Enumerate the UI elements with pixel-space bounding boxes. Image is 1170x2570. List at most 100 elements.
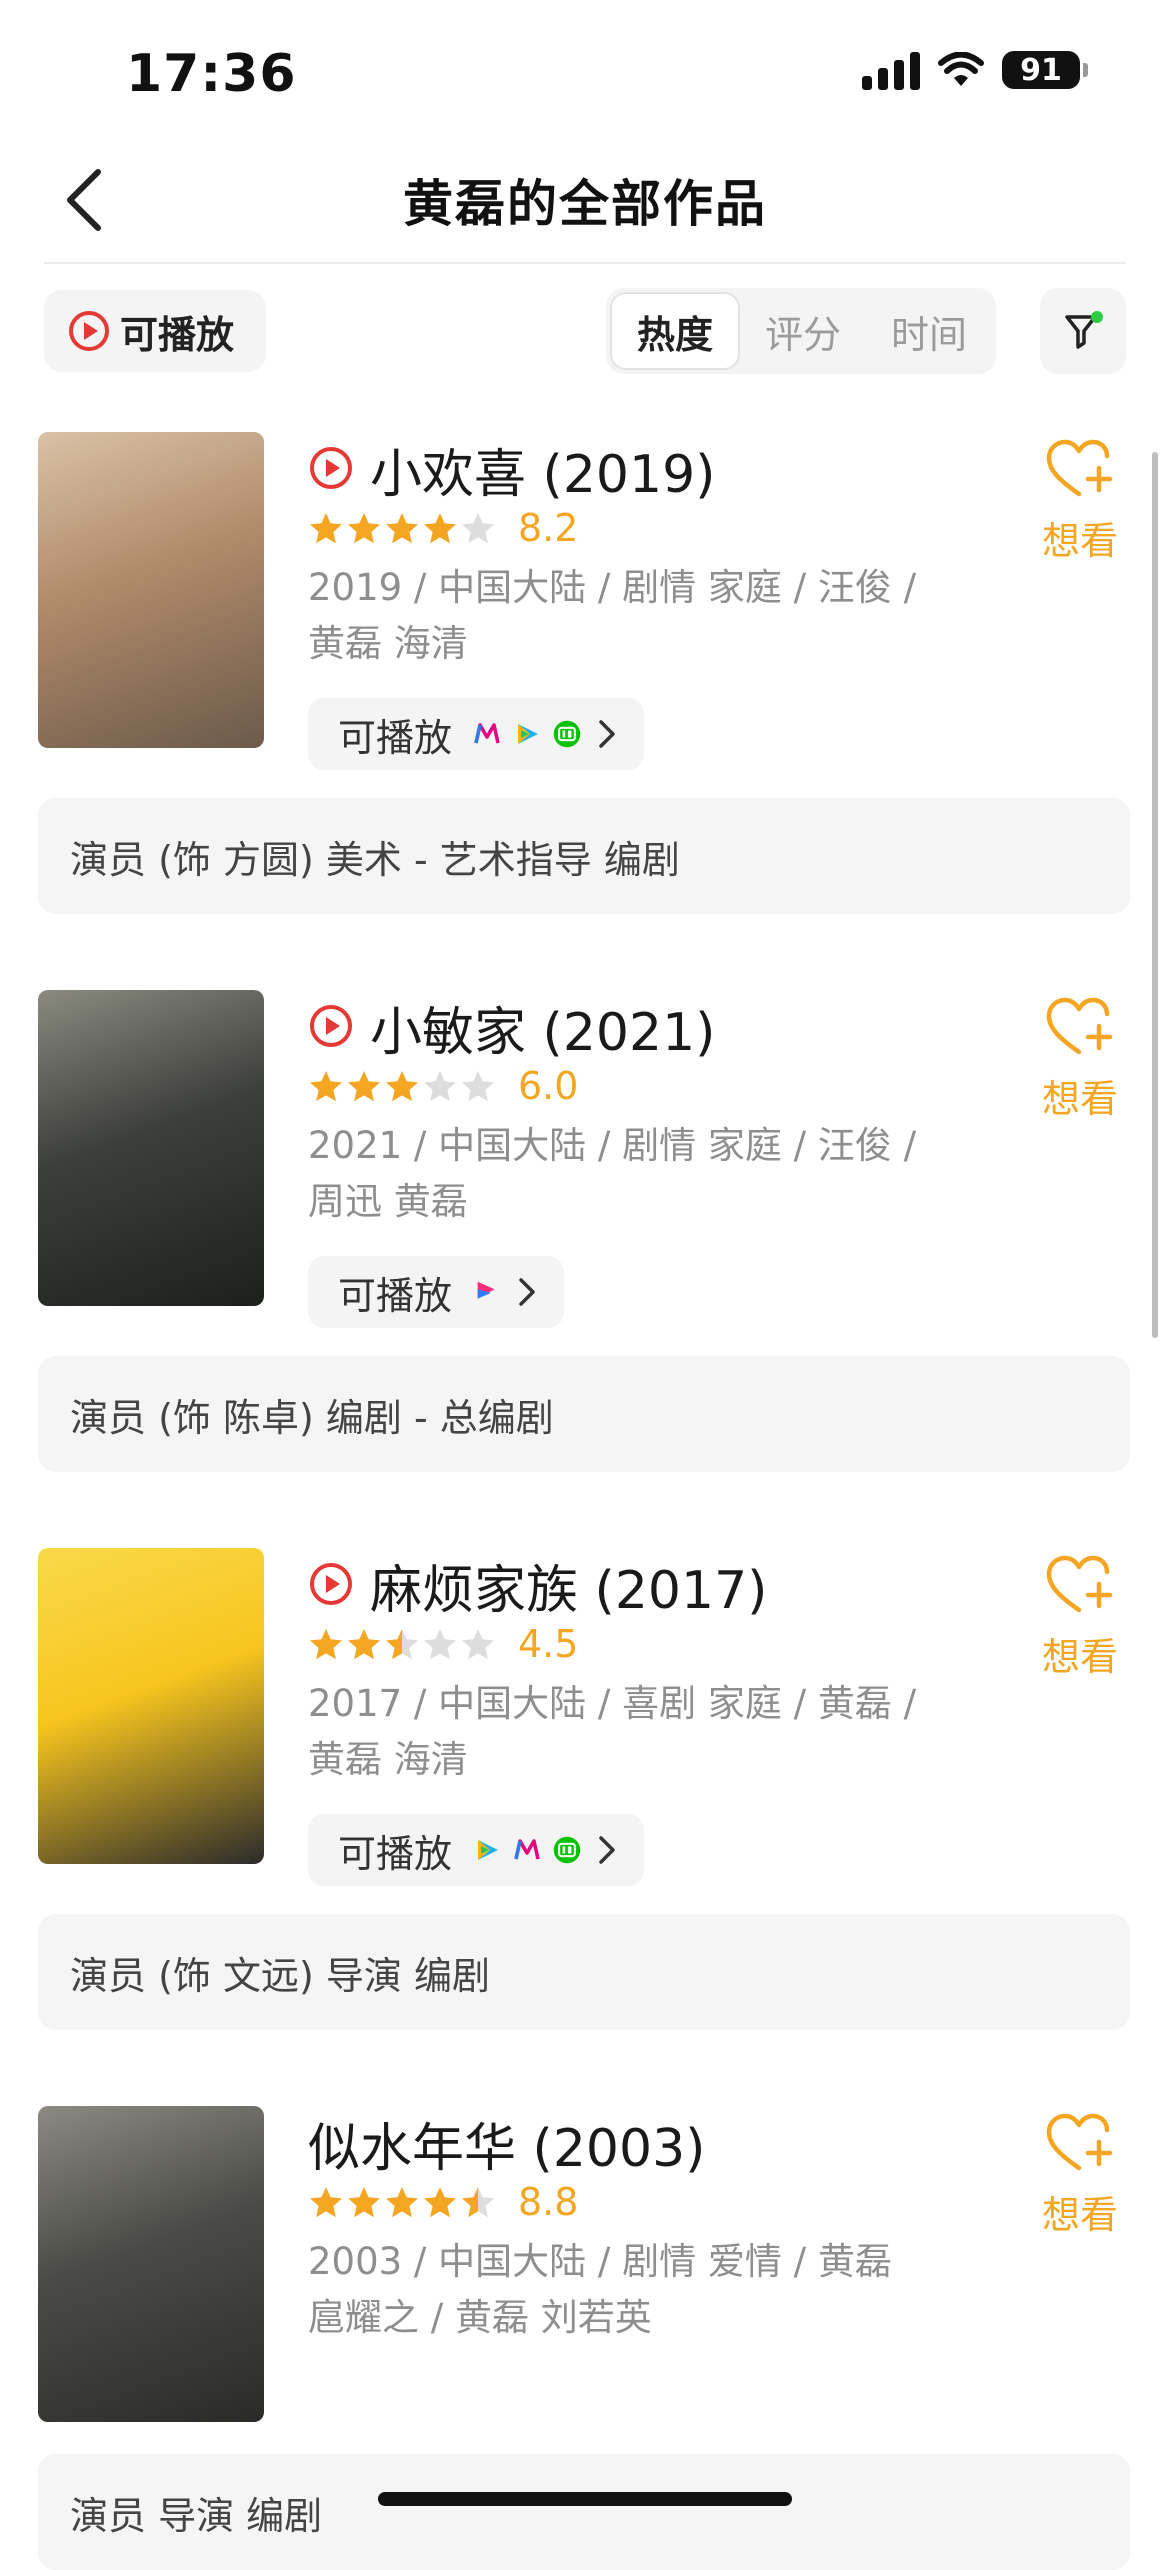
play-circle-icon bbox=[308, 1003, 354, 1053]
film-meta-line2: 黄磊 海清 bbox=[308, 622, 468, 665]
play-sources-label: 可播放 bbox=[338, 715, 453, 760]
film-title: 麻烦家族 (2017) bbox=[370, 1561, 768, 1621]
film-meta-line1: 2003 / 中国大陆 / 剧情 爱情 / 黄磊 bbox=[308, 2240, 892, 2283]
role-box: 演员 (饰 方圆) 美术 - 艺术指导 编剧 bbox=[38, 798, 1130, 914]
sort-tab-rating[interactable]: 评分 bbox=[740, 292, 866, 370]
heart-plus-icon bbox=[1045, 2112, 1115, 2178]
play-sources-label: 可播放 bbox=[338, 1273, 453, 1318]
battery-indicator: 91 bbox=[1002, 51, 1088, 89]
filter-button[interactable] bbox=[1040, 288, 1126, 374]
star-icon bbox=[462, 2187, 494, 2218]
rating-value: 6.0 bbox=[518, 1064, 579, 1108]
sort-tab-time[interactable]: 时间 bbox=[866, 292, 992, 370]
star-icon bbox=[386, 1629, 418, 1660]
role-box: 演员 (饰 文远) 导演 编剧 bbox=[38, 1914, 1130, 2030]
star-icon bbox=[424, 513, 456, 544]
role-box: 演员 导演 编剧 bbox=[38, 2454, 1130, 2570]
play-sources-chip[interactable]: 可播放 bbox=[308, 1814, 645, 1886]
star-icon bbox=[386, 1071, 418, 1102]
rating-row: 8.2 bbox=[308, 506, 578, 550]
star-icon bbox=[310, 1629, 342, 1660]
want-to-watch-label: 想看 bbox=[1041, 519, 1118, 563]
want-to-watch-label: 想看 bbox=[1041, 2193, 1118, 2237]
film-title-row[interactable]: 小敏家 (2021) bbox=[308, 990, 715, 1065]
film-title: 似水年华 (2003) bbox=[308, 2119, 706, 2179]
film-meta-line2: 周迅 黄磊 bbox=[308, 1180, 468, 1223]
star-icon bbox=[424, 1071, 456, 1102]
rating-value: 4.5 bbox=[518, 1622, 579, 1666]
film-meta: 2003 / 中国大陆 / 剧情 爱情 / 黄磊 扈耀之 / 黄磊 刘若英 bbox=[308, 2234, 958, 2346]
star-icon bbox=[386, 513, 418, 544]
film-meta-line2: 扈耀之 / 黄磊 刘若英 bbox=[308, 2296, 652, 2339]
rating-row: 6.0 bbox=[308, 1064, 578, 1108]
status-time: 17:36 bbox=[126, 44, 297, 104]
film-meta: 2019 / 中国大陆 / 剧情 家庭 / 汪俊 / 黄磊 海清 bbox=[308, 560, 958, 672]
film-meta: 2017 / 中国大陆 / 喜剧 家庭 / 黄磊 / 黄磊 海清 bbox=[308, 1676, 958, 1788]
star-icon bbox=[424, 2187, 456, 2218]
cellular-signal-icon bbox=[862, 50, 920, 90]
tencent-video-icon bbox=[512, 719, 542, 749]
heart-plus-icon bbox=[1045, 438, 1115, 504]
platform-list bbox=[472, 1277, 502, 1307]
film-meta-line1: 2021 / 中国大陆 / 剧情 家庭 / 汪俊 / bbox=[308, 1124, 917, 1167]
want-to-watch-button[interactable]: 想看 bbox=[1030, 1554, 1130, 1681]
scrollbar[interactable] bbox=[1152, 452, 1158, 1338]
want-to-watch-label: 想看 bbox=[1041, 1077, 1118, 1121]
play-circle-icon bbox=[69, 311, 109, 351]
star-rating bbox=[308, 511, 496, 545]
role-text: 演员 导演 编剧 bbox=[70, 2493, 323, 2538]
film-poster[interactable] bbox=[38, 990, 264, 1306]
heart-plus-icon bbox=[1045, 996, 1115, 1062]
film-title-row[interactable]: 似水年华 (2003) bbox=[308, 2106, 705, 2181]
wifi-icon bbox=[938, 52, 984, 86]
chevron-right-icon bbox=[599, 720, 615, 748]
star-icon bbox=[348, 2187, 380, 2218]
iqiyi-icon bbox=[552, 719, 582, 749]
rating-row: 8.8 bbox=[308, 2180, 578, 2224]
film-poster[interactable] bbox=[38, 2106, 264, 2422]
role-text: 演员 (饰 文远) 导演 编剧 bbox=[70, 1953, 490, 1998]
want-to-watch-button[interactable]: 想看 bbox=[1030, 438, 1130, 565]
page-title: 黄磊的全部作品 bbox=[403, 175, 767, 233]
film-title-row[interactable]: 小欢喜 (2019) bbox=[308, 432, 715, 507]
youku-icon bbox=[472, 1277, 502, 1307]
rating-value: 8.2 bbox=[518, 506, 579, 550]
rating-value: 8.8 bbox=[518, 2180, 579, 2224]
heart-plus-icon bbox=[1045, 1554, 1115, 1620]
star-icon bbox=[348, 1629, 380, 1660]
playable-filter-label: 可播放 bbox=[120, 312, 235, 357]
home-indicator[interactable] bbox=[378, 2492, 792, 2506]
star-icon bbox=[310, 1071, 342, 1102]
tencent-video-icon bbox=[472, 1835, 502, 1865]
sort-tabs: 热度 评分 时间 bbox=[606, 288, 996, 374]
play-sources-chip[interactable]: 可播放 bbox=[308, 698, 645, 770]
play-sources-label: 可播放 bbox=[338, 1831, 453, 1876]
film-meta: 2021 / 中国大陆 / 剧情 家庭 / 汪俊 / 周迅 黄磊 bbox=[308, 1118, 958, 1230]
star-icon bbox=[462, 1071, 494, 1102]
play-sources-chip[interactable]: 可播放 bbox=[308, 1256, 565, 1328]
header-divider bbox=[44, 262, 1126, 264]
star-icon bbox=[348, 513, 380, 544]
star-icon bbox=[424, 1629, 456, 1660]
role-text: 演员 (饰 方圆) 美术 - 艺术指导 编剧 bbox=[70, 837, 680, 882]
star-icon bbox=[310, 513, 342, 544]
film-title-row[interactable]: 麻烦家族 (2017) bbox=[308, 1548, 767, 1623]
film-title: 小欢喜 (2019) bbox=[370, 445, 716, 505]
rating-row: 4.5 bbox=[308, 1622, 578, 1666]
want-to-watch-button[interactable]: 想看 bbox=[1030, 996, 1130, 1123]
star-rating bbox=[308, 2185, 496, 2219]
playable-filter-chip[interactable]: 可播放 bbox=[44, 290, 266, 372]
film-poster[interactable] bbox=[38, 432, 264, 748]
mgtv-icon bbox=[512, 1835, 542, 1865]
want-to-watch-label: 想看 bbox=[1041, 1635, 1118, 1679]
star-rating bbox=[308, 1627, 496, 1661]
film-meta-line1: 2017 / 中国大陆 / 喜剧 家庭 / 黄磊 / bbox=[308, 1682, 917, 1725]
star-icon bbox=[310, 2187, 342, 2218]
star-rating bbox=[308, 1069, 496, 1103]
platform-list bbox=[472, 719, 582, 749]
film-poster[interactable] bbox=[38, 1548, 264, 1864]
role-box: 演员 (饰 陈卓) 编剧 - 总编剧 bbox=[38, 1356, 1130, 1472]
sort-tab-popularity[interactable]: 热度 bbox=[610, 292, 740, 370]
play-circle-icon bbox=[308, 1561, 354, 1611]
want-to-watch-button[interactable]: 想看 bbox=[1030, 2112, 1130, 2239]
